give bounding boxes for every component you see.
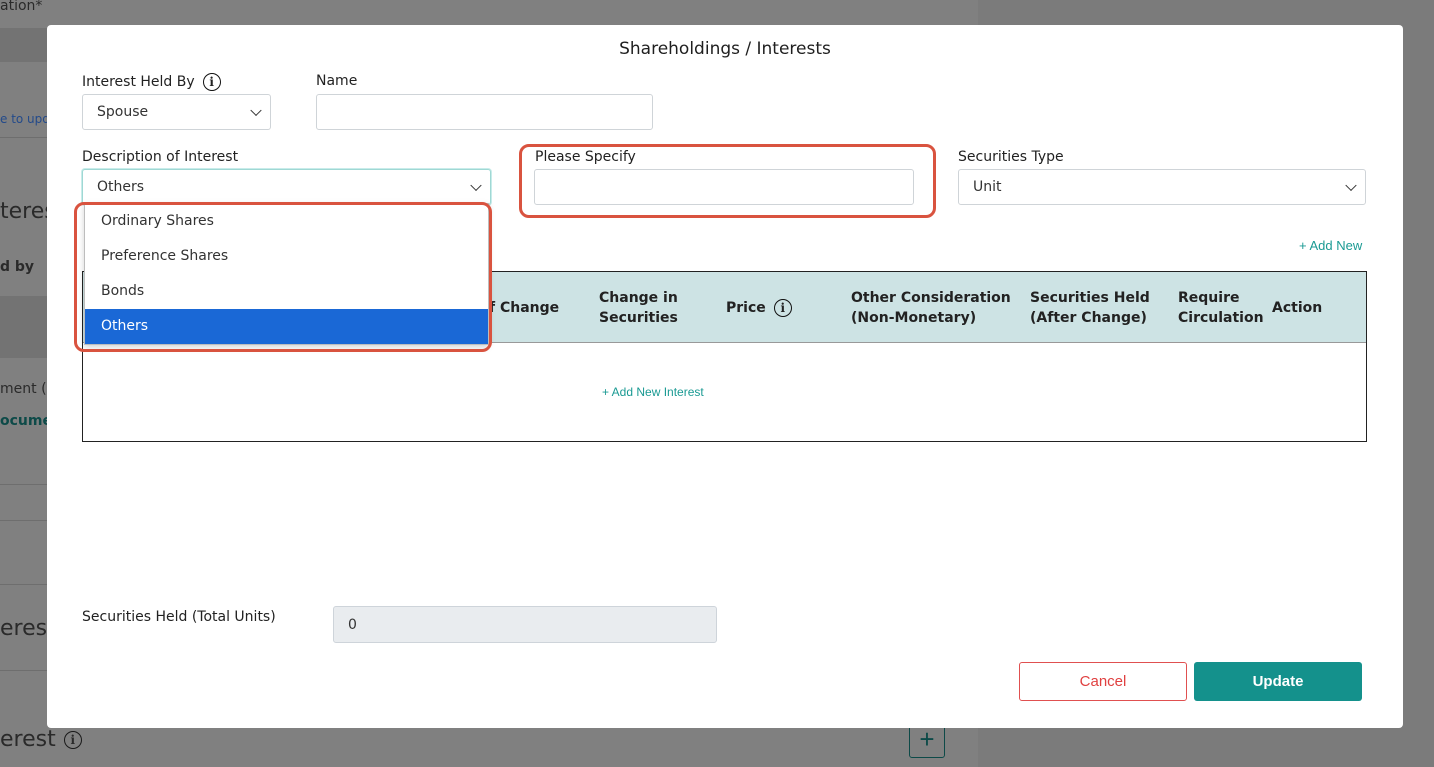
securities-type-value: Unit (973, 179, 1002, 195)
column-header-securities-held-after: Securities Held (After Change) (1030, 289, 1150, 326)
description-of-interest-select[interactable]: Others (82, 169, 491, 205)
cancel-button[interactable]: Cancel (1019, 662, 1187, 701)
chevron-down-icon (250, 104, 262, 117)
background-heading: erest i (0, 727, 82, 752)
background-column-label: d by (0, 259, 35, 275)
info-icon[interactable]: i (202, 73, 221, 91)
add-new-interest-link[interactable]: + Add New Interest (602, 385, 704, 399)
securities-type-select[interactable]: Unit (958, 169, 1366, 205)
securities-type-label: Securities Type (958, 149, 1064, 165)
column-header-price: Price i (726, 272, 792, 343)
securities-held-total-input: 0 (333, 606, 717, 643)
column-header-change-in-securities: Change in Securities (599, 289, 678, 326)
add-new-link[interactable]: + Add New (1299, 238, 1362, 253)
chevron-down-icon (470, 179, 482, 192)
column-header-require-circulation: Require Circulation (1178, 289, 1264, 326)
dropdown-highlight (74, 202, 492, 352)
interest-held-by-label: Interest Held By i (82, 73, 221, 91)
background-label: ation* (0, 0, 43, 14)
interest-held-by-select[interactable]: Spouse (82, 94, 271, 130)
please-specify-highlight (519, 144, 936, 218)
background-document-link: ocume (0, 413, 52, 429)
column-header-nature-of-change: f Change (489, 299, 560, 316)
update-button[interactable]: Update (1194, 662, 1362, 701)
name-label: Name (316, 73, 358, 89)
column-header-action: Action (1272, 299, 1323, 316)
securities-held-total-label: Securities Held (Total Units) (82, 609, 276, 625)
modal-title: Shareholdings / Interests (619, 39, 831, 59)
name-input[interactable] (316, 94, 653, 130)
chevron-down-icon (1345, 179, 1357, 192)
background-link: e to upd (0, 112, 50, 126)
info-icon: i (63, 731, 82, 749)
shareholdings-modal: Shareholdings / Interests Interest Held … (47, 25, 1403, 728)
description-of-interest-label: Description of Interest (82, 149, 239, 165)
info-icon[interactable]: i (773, 298, 792, 317)
interest-held-by-value: Spouse (97, 104, 149, 120)
column-header-other-consideration: Other Consideration (Non-Monetary) (851, 289, 1011, 326)
description-of-interest-value: Others (97, 179, 145, 195)
background-add-icon: + (909, 724, 945, 758)
